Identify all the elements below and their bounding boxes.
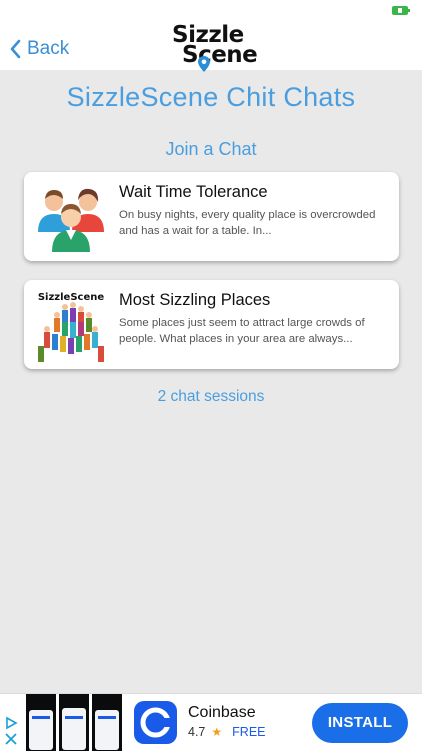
app-rating: 4.7 ★ FREE — [188, 725, 266, 739]
chevron-left-icon — [10, 39, 21, 59]
logo-line2: Scene — [182, 42, 258, 68]
sizzlescene-logo: Sizzle Scene — [168, 20, 258, 72]
thumb-logo-text: SizzleScene — [38, 292, 105, 303]
star-icon: ★ — [211, 725, 223, 739]
page-title: SizzleScene Chit Chats — [66, 82, 356, 112]
ad-banner[interactable]: Coinbase 4.7 ★ FREE INSTALL — [0, 693, 422, 751]
coinbase-c-icon — [140, 707, 171, 738]
close-icon[interactable] — [4, 732, 18, 746]
join-chat-link[interactable]: Join a Chat — [0, 139, 422, 160]
chat-card-wait-time[interactable]: Wait Time Tolerance On busy nights, ever… — [24, 172, 399, 261]
back-label: Back — [27, 38, 70, 59]
location-pin-icon — [198, 56, 210, 72]
crowd-icon: SizzleScene — [38, 292, 105, 362]
install-button[interactable]: INSTALL — [312, 703, 408, 743]
app-price: FREE — [232, 725, 266, 739]
app-header: Back Sizzle Scene — [0, 0, 422, 72]
rating-value: 4.7 — [188, 725, 206, 739]
chat-title: Wait Time Tolerance — [119, 183, 268, 201]
chat-description: On busy nights, every quality place is o… — [119, 209, 376, 237]
adchoices-icon[interactable] — [4, 716, 18, 730]
chat-title: Most Sizzling Places — [119, 291, 271, 309]
back-button[interactable]: Back — [10, 36, 69, 62]
chat-sessions-count: 2 chat sessions — [157, 388, 265, 405]
battery-icon — [392, 6, 410, 15]
app-name: Coinbase — [188, 704, 256, 721]
chat-description: Some places just seem to attract large c… — [119, 317, 365, 345]
people-group-icon — [38, 188, 104, 252]
chat-card-sizzling-places[interactable]: SizzleScene Most Sizzling Places Some pl… — [24, 280, 399, 369]
app-screenshots-image — [26, 694, 122, 751]
coinbase-logo — [134, 701, 177, 744]
